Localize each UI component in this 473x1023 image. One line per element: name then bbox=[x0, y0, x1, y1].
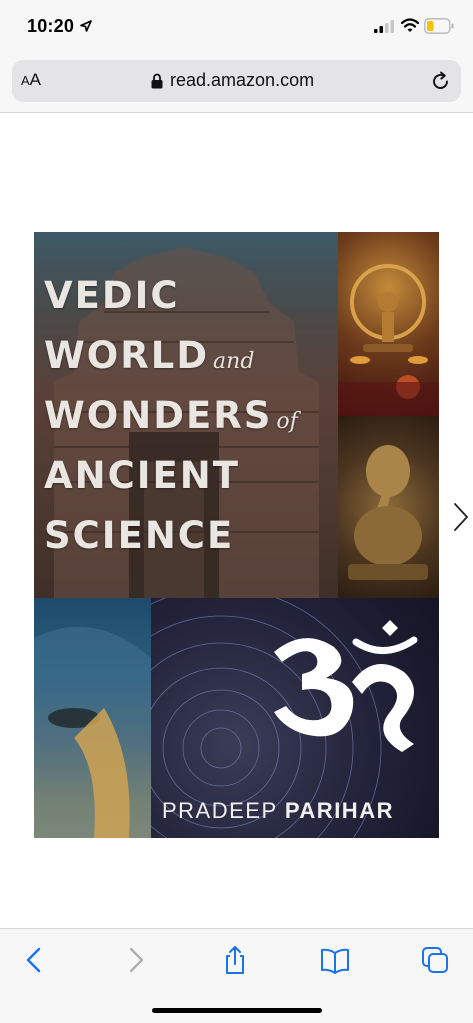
tabs-icon[interactable] bbox=[420, 945, 450, 975]
nataraja-statue-photo bbox=[338, 232, 439, 416]
text-size-button[interactable]: AA bbox=[21, 70, 41, 92]
title-line-5: SCIENCE bbox=[44, 514, 235, 557]
title-line-1: VEDIC bbox=[44, 274, 180, 317]
status-bar: 10:20 bbox=[0, 0, 473, 56]
author-first-name: PRADEEP bbox=[162, 798, 278, 823]
text-size-label-small: A bbox=[21, 73, 30, 88]
ganesha-figure bbox=[348, 445, 428, 580]
forward-icon[interactable] bbox=[120, 945, 150, 975]
title-line-2: WORLD and bbox=[44, 334, 254, 377]
title-word-wonders: WONDERS bbox=[44, 394, 273, 437]
chevron-right-icon[interactable] bbox=[452, 502, 470, 532]
book-cover-image[interactable]: VEDIC WORLD and WONDERS of ANCIENT SCIENCE… bbox=[34, 232, 439, 838]
location-arrow-icon bbox=[80, 20, 92, 32]
om-symbol bbox=[274, 620, 418, 752]
lock-icon bbox=[151, 73, 163, 89]
status-time: 10:20 bbox=[27, 16, 75, 36]
elephant-figure bbox=[34, 626, 151, 838]
address-bar[interactable]: AA read.amazon.com bbox=[12, 60, 461, 102]
title-line-4: ANCIENT bbox=[44, 454, 241, 497]
share-icon[interactable] bbox=[220, 945, 250, 975]
wifi-icon bbox=[401, 18, 419, 32]
title-word-of: of bbox=[276, 409, 298, 434]
text-size-label-large: A bbox=[29, 70, 42, 89]
elephant-statue-photo bbox=[34, 598, 151, 838]
bookmarks-icon[interactable] bbox=[320, 945, 350, 975]
ganesha-statue-photo bbox=[338, 416, 439, 598]
title-word-and: and bbox=[213, 349, 255, 374]
title-word-world: WORLD bbox=[44, 334, 210, 377]
battery-low-icon bbox=[424, 18, 454, 34]
url-text[interactable]: read.amazon.com bbox=[170, 70, 314, 91]
author-last-name: PARIHAR bbox=[284, 798, 394, 823]
nataraja-figure bbox=[338, 264, 439, 416]
title-line-3: WONDERS of bbox=[44, 394, 298, 437]
cellular-signal-icon bbox=[374, 20, 394, 33]
author-name: PRADEEP PARIHAR bbox=[162, 798, 394, 824]
home-indicator bbox=[152, 1008, 322, 1013]
address-bar-area: AA read.amazon.com bbox=[0, 56, 473, 113]
reload-icon[interactable] bbox=[430, 71, 451, 92]
back-icon[interactable] bbox=[20, 945, 50, 975]
